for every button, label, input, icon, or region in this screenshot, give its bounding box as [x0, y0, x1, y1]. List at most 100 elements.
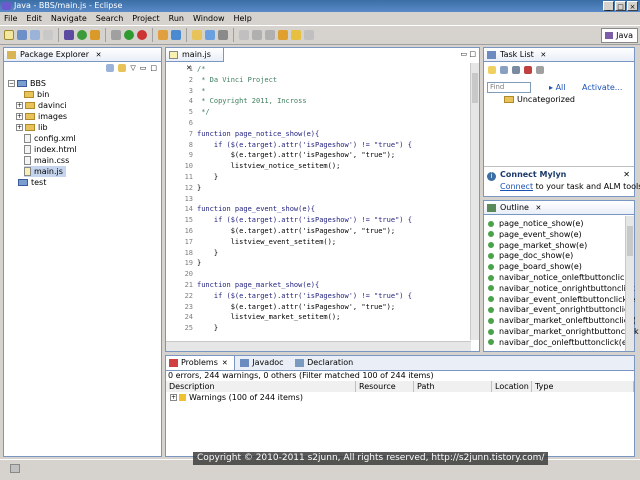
all-tasks-link[interactable]: ▸ All — [549, 83, 565, 92]
toggle-mark-icon[interactable] — [239, 30, 249, 40]
expand-icon[interactable]: + — [16, 102, 23, 109]
tree-item-folder[interactable]: + images — [16, 111, 67, 122]
code-line[interactable]: 9 $(e.target).attr('isPageshow', "true")… — [175, 150, 470, 160]
column-resource[interactable]: Resource — [356, 381, 414, 392]
menu-help[interactable]: Help — [234, 12, 252, 25]
mylyn-close-icon[interactable]: ✕ — [623, 170, 630, 179]
code-line[interactable]: 24 listview_market_setitem(); — [175, 312, 470, 322]
mylyn-connect-link[interactable]: Connect — [500, 182, 533, 191]
hide-completed-icon[interactable] — [524, 66, 532, 74]
open-task-icon[interactable] — [205, 30, 215, 40]
code-line[interactable]: 15 if ($(e.target).attr('isPageshow') !=… — [175, 215, 470, 225]
tree-item-project[interactable]: test — [18, 177, 46, 188]
outline-item[interactable]: navibar_notice_onrightbuttonclick — [488, 283, 635, 294]
code-line[interactable]: 3 * — [175, 86, 470, 96]
settings-icon[interactable] — [111, 30, 121, 40]
next-annotation-icon[interactable] — [252, 30, 262, 40]
outline-item[interactable]: navibar_market_onrightbuttonclick — [488, 326, 639, 337]
code-line[interactable]: 21 function page_market_show(e){ — [175, 280, 470, 290]
code-line[interactable]: 22 if ($(e.target).attr('isPageshow') !=… — [175, 291, 470, 301]
expand-icon[interactable]: + — [16, 113, 23, 120]
outline-tab[interactable]: Outline ✕ — [484, 201, 634, 215]
close-icon[interactable]: ✕ — [540, 51, 546, 59]
code-line[interactable]: 10 listview_notice_setitem(); — [175, 161, 470, 171]
link-with-editor-icon[interactable] — [118, 64, 127, 72]
activate-link[interactable]: Activate... — [582, 83, 622, 92]
column-path[interactable]: Path — [414, 381, 492, 392]
maximize-button[interactable]: □ — [615, 1, 626, 11]
code-line[interactable]: 1 /* — [175, 64, 470, 74]
new-class-icon[interactable] — [64, 30, 74, 40]
outline-item[interactable]: navibar_market_onleftbuttonclick( — [488, 315, 636, 326]
code-line[interactable]: 6 — [175, 118, 470, 128]
code-line[interactable]: 17 listview_event_setitem(); — [175, 237, 470, 247]
menu-search[interactable]: Search — [96, 12, 123, 25]
code-line[interactable]: 23 $(e.target).attr('isPageshow', "true"… — [175, 302, 470, 312]
minimize-button[interactable]: _ — [603, 1, 614, 11]
close-icon[interactable]: ✕ — [536, 204, 542, 212]
new-task-icon[interactable] — [488, 66, 496, 74]
column-location[interactable]: Location — [492, 381, 532, 392]
tree-item-folder[interactable]: + lib — [16, 122, 48, 133]
search-icon[interactable] — [218, 30, 228, 40]
outline-item[interactable]: page_notice_show(e) — [488, 218, 583, 229]
task-category[interactable]: Uncategorized — [504, 95, 575, 104]
collapse-icon[interactable]: − — [8, 80, 15, 87]
close-button[interactable]: × — [627, 1, 638, 11]
expand-icon[interactable]: + — [16, 124, 23, 131]
profile-icon[interactable] — [90, 30, 100, 40]
maximize-view-icon[interactable]: □ — [150, 64, 157, 72]
editor-horizontal-scrollbar[interactable] — [166, 341, 471, 351]
code-line[interactable]: 25 } — [175, 323, 470, 333]
menu-window[interactable]: Window — [193, 12, 225, 25]
code-line[interactable]: 19} — [175, 258, 470, 268]
new-package-icon[interactable] — [158, 30, 168, 40]
menu-run[interactable]: Run — [169, 12, 184, 25]
menu-project[interactable]: Project — [132, 12, 159, 25]
filter-icon[interactable] — [536, 66, 544, 74]
minimize-view-icon[interactable]: ▭ — [140, 64, 147, 72]
view-menu-icon[interactable]: ▽ — [130, 64, 135, 72]
code-line[interactable]: 5 */ — [175, 107, 470, 117]
tab-declaration[interactable]: Declaration — [292, 356, 359, 370]
maximize-view-icon[interactable]: □ — [469, 50, 476, 58]
new-icon[interactable] — [4, 30, 14, 40]
table-row[interactable]: + Warnings (100 of 244 items) — [166, 392, 634, 403]
column-type[interactable]: Type — [532, 381, 634, 392]
tree-item-file[interactable]: index.html — [24, 144, 77, 155]
outline-item[interactable]: navibar_doc_onleftbuttonclick(e) — [488, 337, 630, 348]
close-icon[interactable]: ✕ — [222, 359, 228, 367]
menu-navigate[interactable]: Navigate — [51, 12, 87, 25]
new-java-class-icon[interactable] — [171, 30, 181, 40]
package-explorer-tab[interactable]: Package Explorer ✕ — [4, 48, 161, 62]
outline-item[interactable]: navibar_event_onleftbuttonclick(e — [488, 294, 635, 305]
close-icon[interactable]: ✕ — [96, 51, 102, 59]
prev-annotation-icon[interactable] — [265, 30, 275, 40]
code-line[interactable]: 13 — [175, 194, 470, 204]
expand-icon[interactable]: + — [170, 394, 177, 401]
tab-javadoc[interactable]: Javadoc — [237, 356, 289, 370]
menu-file[interactable]: File — [4, 12, 17, 25]
scheduled-icon[interactable] — [512, 66, 520, 74]
code-line[interactable]: 4 * Copyright 2011, Incross — [175, 96, 470, 106]
editor-vertical-scrollbar[interactable] — [470, 63, 479, 340]
code-line[interactable]: 18 } — [175, 248, 470, 258]
categorized-icon[interactable] — [500, 66, 508, 74]
tree-item-file[interactable]: config.xml — [24, 133, 76, 144]
external-tools-icon[interactable] — [137, 30, 147, 40]
task-list-tab[interactable]: Task List ✕ — [484, 48, 634, 62]
code-line[interactable]: 14 function page_event_show(e){ — [175, 204, 470, 214]
minimize-view-icon[interactable]: ▭ — [461, 50, 468, 58]
print-icon[interactable] — [43, 30, 53, 40]
fast-view-icon[interactable] — [10, 464, 20, 473]
outline-item[interactable]: page_market_show(e) — [488, 240, 587, 251]
tree-item-file[interactable]: main.css — [24, 155, 69, 166]
outline-item[interactable]: navibar_event_onrightbuttonclick — [488, 304, 633, 315]
forward-icon[interactable] — [304, 30, 314, 40]
tree-item-folder[interactable]: + davinci — [16, 100, 67, 111]
outline-item[interactable]: navibar_notice_onleftbuttonclick( — [488, 272, 632, 283]
scrollbar-thumb[interactable] — [472, 73, 478, 103]
outline-scrollbar[interactable] — [625, 216, 634, 351]
code-line[interactable]: 11 } — [175, 172, 470, 182]
outline-item[interactable]: page_event_show(e) — [488, 229, 582, 240]
